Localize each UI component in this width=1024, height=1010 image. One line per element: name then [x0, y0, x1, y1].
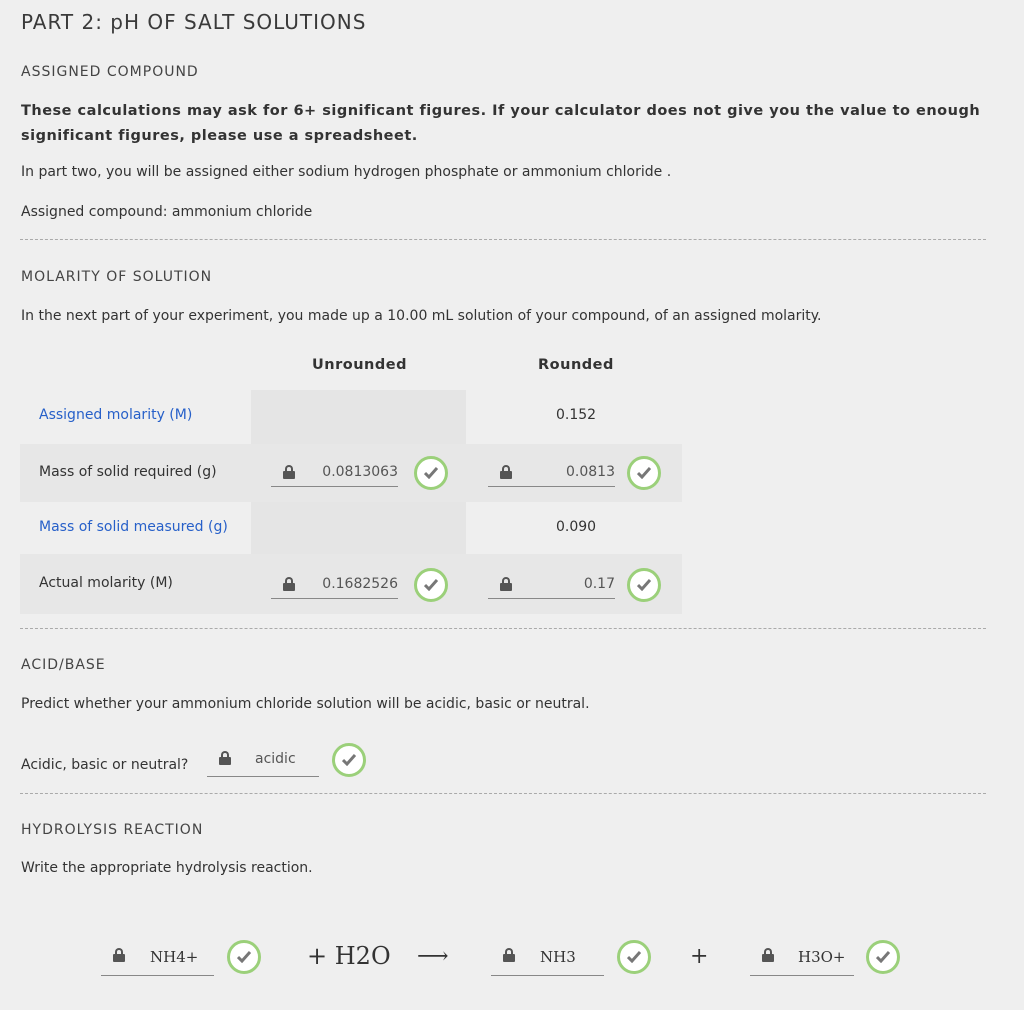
check-icon [332, 743, 366, 777]
hydrolysis-intro: Write the appropriate hydrolysis reactio… [21, 860, 313, 876]
acid-base-question: Acidic, basic or neutral? [21, 757, 189, 773]
plus-sign: + [690, 944, 709, 969]
divider [20, 628, 986, 629]
column-header-rounded: Rounded [538, 357, 614, 373]
molarity-intro: In the next part of your experiment, you… [21, 308, 822, 324]
unrounded-cell-empty [251, 390, 466, 444]
assigned-molarity-rounded-value: 0.152 [556, 407, 597, 423]
section-heading-assigned-compound: ASSIGNED COMPOUND [21, 64, 199, 80]
sig-fig-note: These calculations may ask for 6+ signif… [21, 103, 981, 144]
lock-icon [503, 948, 515, 962]
lock-icon [762, 948, 774, 962]
reactant-1-field[interactable]: NH4+ [101, 945, 214, 976]
check-icon [627, 456, 661, 490]
product-1-field[interactable]: NH3 [491, 945, 604, 976]
actual-molarity-unrounded-field[interactable]: 0.1682526 [271, 574, 398, 599]
check-icon [866, 940, 900, 974]
field-value: H3O+ [798, 948, 846, 966]
reaction-arrow-icon: ⟶ [417, 944, 449, 969]
row-label-assigned-molarity[interactable]: Assigned molarity (M) [39, 407, 192, 423]
lock-icon [283, 577, 295, 591]
check-icon [617, 940, 651, 974]
field-value: 0.0813063 [322, 464, 398, 480]
field-value: 0.17 [583, 576, 615, 592]
assigned-compound-text: Assigned compound: ammonium chloride [21, 204, 313, 220]
unrounded-cell-empty [251, 502, 466, 554]
acid-base-intro: Predict whether your ammonium chloride s… [21, 696, 590, 712]
field-value: NH4+ [150, 948, 199, 966]
lock-icon [500, 465, 512, 479]
divider [20, 239, 986, 240]
field-value: 0.1682526 [322, 576, 398, 592]
field-value: NH3 [540, 948, 576, 966]
field-value: acidic [255, 751, 296, 767]
section-heading-molarity: MOLARITY OF SOLUTION [21, 269, 213, 285]
mass-measured-rounded-value: 0.090 [556, 519, 597, 535]
plus-water-term: + H2O [307, 942, 391, 970]
lock-icon [283, 465, 295, 479]
acid-base-answer-field[interactable]: acidic [207, 748, 319, 777]
section-heading-hydrolysis: HYDROLYSIS REACTION [21, 822, 204, 838]
check-icon [227, 940, 261, 974]
check-icon [627, 568, 661, 602]
actual-molarity-rounded-field[interactable]: 0.17 [488, 574, 615, 599]
row-label-mass-measured[interactable]: Mass of solid measured (g) [39, 519, 228, 535]
lock-icon [113, 948, 125, 962]
page-title: PART 2: pH OF SALT SOLUTIONS [21, 10, 367, 34]
check-icon [414, 456, 448, 490]
row-label-actual-molarity: Actual molarity (M) [39, 575, 173, 591]
divider [20, 793, 986, 794]
lock-icon [500, 577, 512, 591]
column-header-unrounded: Unrounded [312, 357, 407, 373]
lock-icon [219, 751, 231, 765]
mass-required-rounded-field[interactable]: 0.0813 [488, 462, 615, 487]
assignment-intro: In part two, you will be assigned either… [21, 164, 672, 180]
product-2-field[interactable]: H3O+ [750, 945, 854, 976]
section-heading-acid-base: ACID/BASE [21, 657, 106, 673]
field-value: 0.0813 [566, 464, 615, 480]
mass-required-unrounded-field[interactable]: 0.0813063 [271, 462, 398, 487]
row-label-mass-required: Mass of solid required (g) [39, 464, 217, 480]
check-icon [414, 568, 448, 602]
